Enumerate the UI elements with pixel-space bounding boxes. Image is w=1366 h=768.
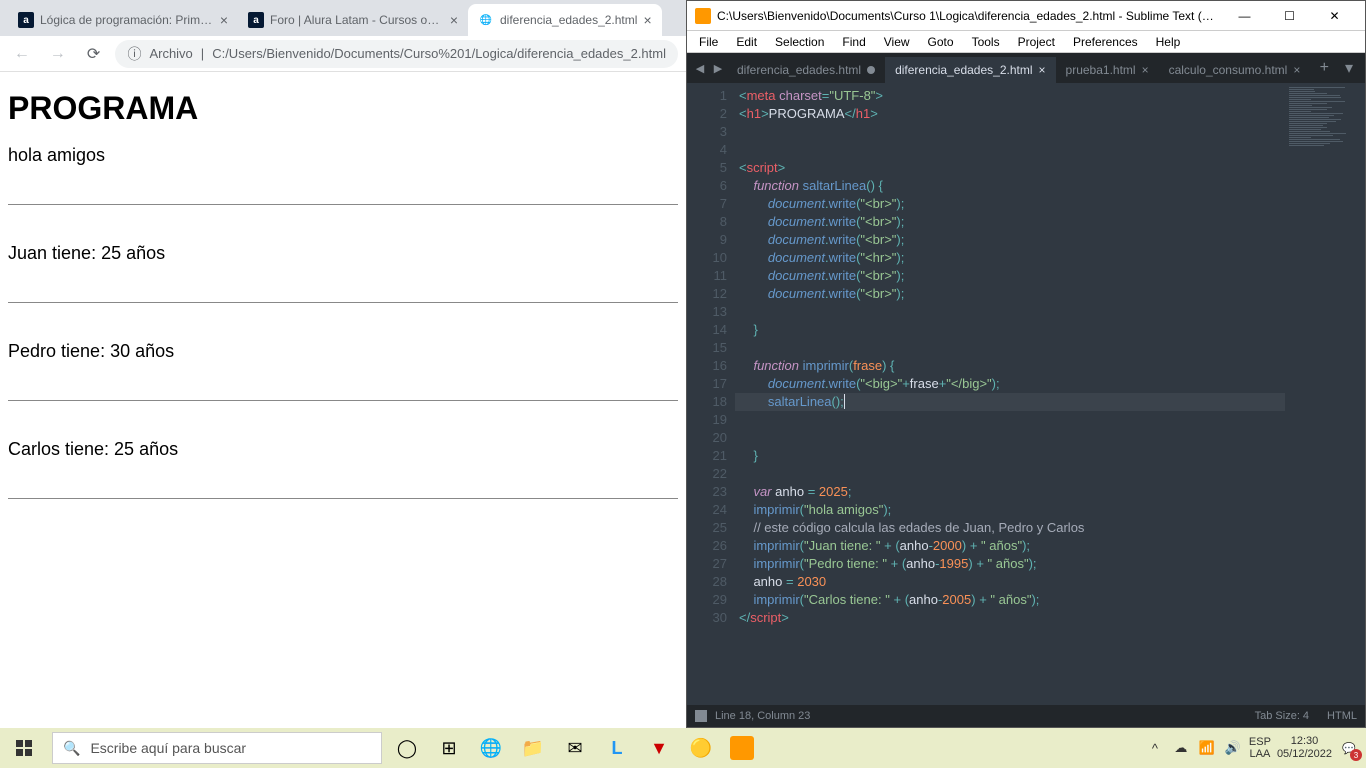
chrome-tab-strip: a Lógica de programación: Primero × a Fo…: [0, 0, 686, 36]
line-gutter[interactable]: 1234567891011121314151617181920212223242…: [687, 83, 735, 705]
editor-tab-3[interactable]: calculo_consumo.html ×: [1159, 57, 1311, 83]
page-heading: PROGRAMA: [8, 90, 678, 127]
status-panel-icon[interactable]: [695, 710, 707, 722]
dirty-indicator-icon: [867, 66, 875, 74]
window-controls: — ☐ ✕: [1222, 1, 1357, 31]
code-editor[interactable]: <meta charset="UTF-8"><h1>PROGRAMA</h1><…: [735, 83, 1285, 705]
editor-tab-0[interactable]: diferencia_edades.html: [727, 57, 885, 83]
forward-button[interactable]: →: [44, 40, 72, 68]
close-icon[interactable]: ×: [220, 12, 228, 28]
address-path: C:/Users/Bienvenido/Documents/Curso%201/…: [212, 46, 666, 61]
close-icon[interactable]: ×: [1142, 63, 1149, 77]
syntax-indicator[interactable]: HTML: [1327, 710, 1357, 722]
tab-dropdown-icon[interactable]: ▾: [1337, 58, 1361, 78]
editor-tab-1[interactable]: diferencia_edades_2.html ×: [885, 57, 1055, 83]
sublime-status-bar: Line 18, Column 23 Tab Size: 4 HTML: [687, 705, 1365, 727]
favicon-alura-icon: a: [248, 12, 264, 28]
close-icon[interactable]: ×: [1293, 63, 1300, 77]
back-button[interactable]: ←: [8, 40, 36, 68]
language-indicator[interactable]: ESPLAA: [1249, 736, 1271, 760]
taskbar-app-mail[interactable]: ✉: [554, 728, 596, 768]
notification-center-icon[interactable]: 💬3: [1338, 737, 1360, 759]
search-placeholder: Escribe aquí para buscar: [90, 740, 246, 756]
cortana-icon[interactable]: ◯: [386, 728, 428, 768]
page-content: PROGRAMA hola amigos Juan tiene: 25 años…: [0, 72, 686, 728]
chrome-tab-0[interactable]: a Lógica de programación: Primero ×: [8, 4, 238, 36]
minimize-button[interactable]: —: [1222, 1, 1267, 31]
taskbar-app-chrome[interactable]: 🟡: [680, 728, 722, 768]
clock[interactable]: 12:3005/12/2022: [1277, 735, 1332, 761]
tray-wifi-icon[interactable]: 📶: [1197, 740, 1217, 756]
menu-project[interactable]: Project: [1010, 33, 1063, 51]
tab-size-indicator[interactable]: Tab Size: 4: [1255, 710, 1309, 722]
sublime-app-icon: [695, 8, 711, 24]
tray-volume-icon[interactable]: 🔊: [1223, 740, 1243, 756]
page-line-0: hola amigos: [8, 145, 678, 166]
menu-goto[interactable]: Goto: [920, 33, 962, 51]
menu-help[interactable]: Help: [1148, 33, 1189, 51]
tray-onedrive-icon[interactable]: ☁: [1171, 740, 1191, 756]
menu-selection[interactable]: Selection: [767, 33, 832, 51]
system-tray: ^ ☁ 📶 🔊 ESPLAA 12:3005/12/2022 💬3: [1145, 728, 1366, 768]
taskbar-app-edge[interactable]: 🌐: [470, 728, 512, 768]
taskbar-app-sublime[interactable]: [730, 736, 754, 760]
sublime-menu-bar: File Edit Selection Find View Goto Tools…: [687, 31, 1365, 53]
taskbar-search[interactable]: 🔍 Escribe aquí para buscar: [52, 732, 382, 764]
chrome-tab-title: Lógica de programación: Primero: [40, 13, 214, 27]
windows-logo-icon: [16, 740, 32, 756]
chrome-tab-title: diferencia_edades_2.html: [500, 13, 637, 27]
address-scheme: Archivo: [149, 46, 192, 61]
cursor-position: Line 18, Column 23: [715, 710, 810, 722]
page-line-2: Pedro tiene: 30 años: [8, 341, 678, 362]
new-tab-button[interactable]: +: [1312, 59, 1337, 77]
tray-chevron-icon[interactable]: ^: [1145, 741, 1165, 756]
close-icon[interactable]: ×: [1039, 63, 1046, 77]
close-icon[interactable]: ×: [450, 12, 458, 28]
task-view-icon[interactable]: ⊞: [428, 728, 470, 768]
close-icon[interactable]: ×: [643, 12, 651, 28]
chrome-tab-title: Foro | Alura Latam - Cursos onlin: [270, 13, 444, 27]
favicon-globe-icon: 🌐: [478, 12, 494, 28]
page-line-1: Juan tiene: 25 años: [8, 243, 678, 264]
sublime-window-title: C:\Users\Bienvenido\Documents\Curso 1\Lo…: [717, 9, 1222, 23]
sublime-tab-bar: ◀ ▶ diferencia_edades.html diferencia_ed…: [687, 53, 1365, 83]
editor-body: 1234567891011121314151617181920212223242…: [687, 83, 1365, 705]
editor-tab-label: diferencia_edades_2.html: [895, 63, 1032, 77]
menu-view[interactable]: View: [876, 33, 918, 51]
menu-file[interactable]: File: [691, 33, 726, 51]
site-info-icon[interactable]: ⓘ: [127, 44, 141, 64]
taskbar-app-mcafee[interactable]: ▼: [638, 728, 680, 768]
menu-tools[interactable]: Tools: [964, 33, 1008, 51]
chrome-tab-1[interactable]: a Foro | Alura Latam - Cursos onlin ×: [238, 4, 468, 36]
page-line-3: Carlos tiene: 25 años: [8, 439, 678, 460]
editor-tab-2[interactable]: prueba1.html ×: [1056, 57, 1159, 83]
sublime-window: C:\Users\Bienvenido\Documents\Curso 1\Lo…: [686, 0, 1366, 728]
tab-scroll-right[interactable]: ▶: [709, 62, 727, 75]
windows-taskbar: 🔍 Escribe aquí para buscar ◯ ⊞ 🌐 📁 ✉ L ▼…: [0, 728, 1366, 768]
chrome-toolbar: ← → ⟳ ⓘ Archivo | C:/Users/Bienvenido/Do…: [0, 36, 686, 72]
editor-tab-label: calculo_consumo.html: [1169, 63, 1288, 77]
favicon-alura-icon: a: [18, 12, 34, 28]
reload-button[interactable]: ⟳: [80, 40, 108, 68]
chrome-tab-2[interactable]: 🌐 diferencia_edades_2.html ×: [468, 4, 662, 36]
address-bar[interactable]: ⓘ Archivo | C:/Users/Bienvenido/Document…: [115, 40, 678, 68]
minimap[interactable]: [1285, 83, 1365, 705]
menu-edit[interactable]: Edit: [728, 33, 765, 51]
editor-tab-label: diferencia_edades.html: [737, 63, 861, 77]
chrome-window: a Lógica de programación: Primero × a Fo…: [0, 0, 686, 728]
search-icon: 🔍: [63, 740, 80, 757]
maximize-button[interactable]: ☐: [1267, 1, 1312, 31]
close-button[interactable]: ✕: [1312, 1, 1357, 31]
taskbar-app-explorer[interactable]: 📁: [512, 728, 554, 768]
menu-find[interactable]: Find: [834, 33, 873, 51]
tab-scroll-left[interactable]: ◀: [691, 62, 709, 75]
start-button[interactable]: [0, 728, 48, 768]
notification-badge: 3: [1350, 749, 1362, 761]
sublime-titlebar[interactable]: C:\Users\Bienvenido\Documents\Curso 1\Lo…: [687, 1, 1365, 31]
menu-preferences[interactable]: Preferences: [1065, 33, 1146, 51]
taskbar-app-l[interactable]: L: [596, 728, 638, 768]
editor-tab-label: prueba1.html: [1066, 63, 1136, 77]
